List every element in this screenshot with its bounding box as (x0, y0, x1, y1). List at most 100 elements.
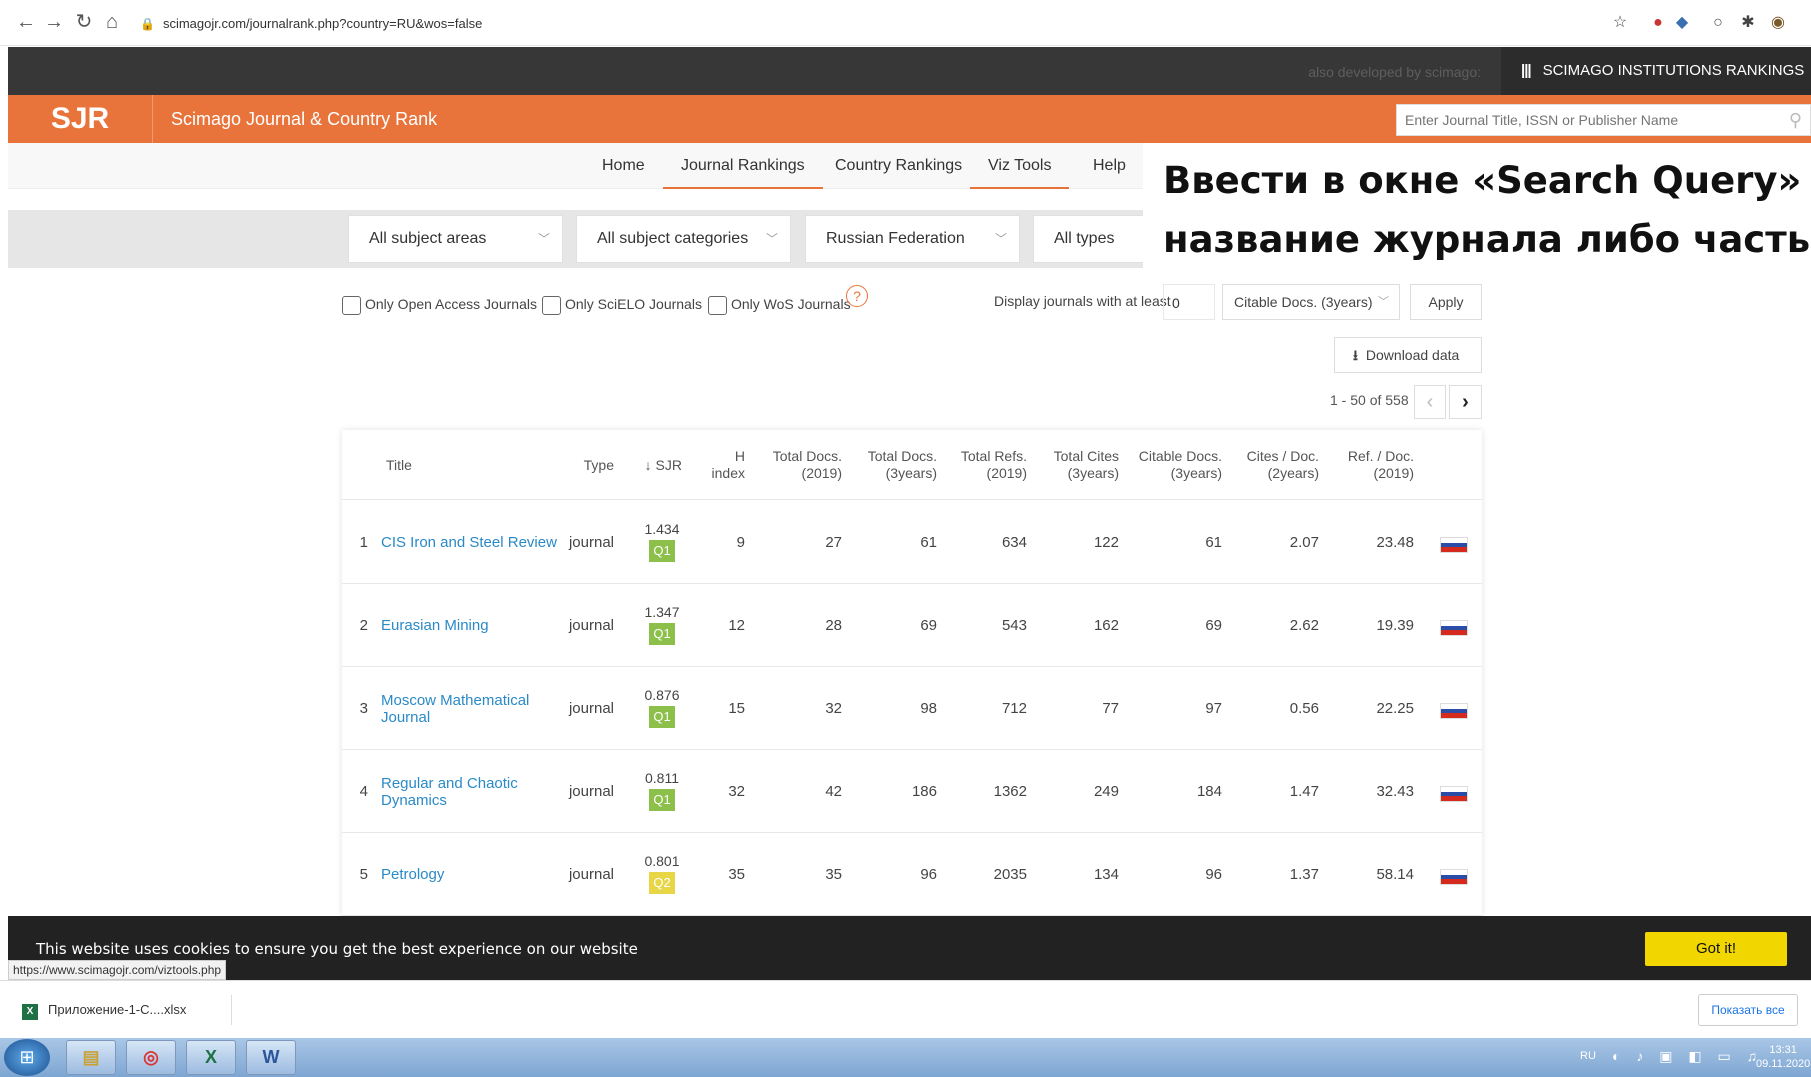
forward-icon[interactable]: → (42, 10, 66, 34)
col-total-cites-l2: (3years) (1067, 465, 1119, 481)
circle-extension-icon[interactable]: ○ (1708, 13, 1728, 33)
col-sjr[interactable]: ↓ SJR (627, 430, 682, 500)
journal-title-link[interactable]: Eurasian Mining (381, 584, 571, 667)
journal-title-link[interactable]: Petrology (381, 833, 571, 916)
sjr-value: 0.811 (645, 770, 679, 786)
puzzle-extension-icon[interactable]: ✱ (1738, 13, 1758, 33)
h-index-cell: 35 (728, 866, 745, 883)
metric-select[interactable]: Citable Docs. (3years) ﹀ (1222, 284, 1400, 320)
lock-icon: 🔒 (140, 17, 155, 31)
downloaded-file[interactable]: XПриложение-1-С....xlsx︿ (22, 995, 232, 1047)
clock-date: 09.11.2020 (1756, 1058, 1811, 1070)
col-ref-per-doc[interactable]: Ref. / Doc. (2019) (1319, 430, 1414, 500)
col-cites-per-doc[interactable]: Cites / Doc. (2years) (1222, 430, 1319, 500)
instruction-annotation: Ввести в окне «Search Query» – название … (1143, 143, 1811, 273)
next-page-button[interactable]: › (1449, 385, 1482, 419)
total-docs-3y-cell: 69 (920, 617, 937, 634)
col-type[interactable]: Type (562, 430, 614, 500)
site-name[interactable]: Scimago Journal & Country Rank (171, 109, 437, 130)
scielo-label: Only SciELO Journals (565, 296, 702, 312)
table-row: 1 CIS Iron and Steel Review journal 9 27 61 63… (342, 501, 1482, 584)
apply-button[interactable]: Apply (1410, 284, 1482, 320)
open-access-checkbox[interactable]: Only Open Access Journals (342, 293, 537, 315)
extension-icon[interactable]: ◆ (1672, 13, 1692, 33)
total-docs-cell: 28 (825, 617, 842, 634)
subject-area-value: All subject areas (369, 230, 487, 247)
sjr-cell: 0.876 Q1 (642, 687, 682, 728)
checkbox-box[interactable] (542, 295, 561, 315)
total-docs-3y-cell: 186 (911, 783, 937, 800)
download-data-button[interactable]: ⭳ Download data (1334, 337, 1482, 373)
nav-country-rankings[interactable]: Country Rankings (835, 143, 962, 189)
nav-viz-tools[interactable]: Viz Tools (970, 143, 1070, 189)
adblock-extension-icon[interactable]: ● (1648, 13, 1668, 33)
nav-journal-rankings[interactable]: Journal Rankings (663, 143, 823, 189)
journal-title-link[interactable]: Regular and Chaotic Dynamics (381, 750, 571, 833)
citable-docs-cell: 184 (1196, 783, 1222, 800)
back-icon[interactable]: ← (14, 10, 38, 34)
reload-icon[interactable]: ↻ (72, 10, 96, 34)
chrome-icon[interactable]: ◎ (126, 1040, 176, 1075)
type-cell: journal (568, 617, 614, 634)
bookmark-star-icon[interactable]: ☆ (1610, 13, 1630, 33)
col-title[interactable]: Title (386, 430, 486, 500)
sjr-logo[interactable]: SJR (8, 95, 153, 143)
word-icon[interactable]: W (246, 1040, 296, 1075)
country-select[interactable]: Russian Federation ﹀ (805, 215, 1020, 263)
quartile-badge: Q1 (649, 623, 675, 645)
quartile-badge: Q2 (649, 872, 675, 894)
flag-stripe (1441, 630, 1467, 635)
site-header: SJR Scimago Journal & Country Rank ⚲ (8, 95, 1811, 143)
nav-home[interactable]: Home (602, 143, 645, 189)
profile-avatar-icon[interactable]: ◉ (1768, 13, 1788, 33)
checkbox-box[interactable] (708, 295, 727, 315)
language-indicator[interactable]: RU (1580, 1050, 1596, 1062)
col-citable-docs[interactable]: Citable Docs. (3years) (1119, 430, 1222, 500)
rank-cell: 4 (359, 783, 368, 800)
h-index-cell: 15 (728, 700, 745, 717)
clock[interactable]: 13:31 09.11.2020 (1756, 1043, 1810, 1071)
scimago-institutions-link[interactable]: ||| SCIMAGO INSTITUTIONS RANKINGS (1501, 47, 1811, 95)
system-tray-icons[interactable]: ◐ ♪ ▣ ◧ ▭ ♫ (1612, 1048, 1763, 1065)
col-ref-per-doc-l2: (2019) (1373, 465, 1414, 481)
search-icon[interactable]: ⚲ (1789, 110, 1802, 131)
windows-taskbar: ⊞ ▤ ◎ X W RU ◐ ♪ ▣ ◧ ▭ ♫ 13:31 09.11.2020 (0, 1038, 1811, 1077)
home-icon[interactable]: ⌂ (100, 10, 124, 34)
col-total-cites[interactable]: Total Cites (3years) (1027, 430, 1119, 500)
sjr-value: 0.876 (644, 687, 680, 703)
col-total-docs[interactable]: Total Docs. (2019) (747, 430, 842, 500)
search-input[interactable] (1397, 105, 1810, 135)
table-header: Title Type ↓ SJR Hindex Total Docs. (2019… (342, 430, 1482, 500)
total-docs-3y-cell: 61 (920, 534, 937, 551)
start-button[interactable]: ⊞ (4, 1039, 50, 1076)
col-total-docs-3y[interactable]: Total Docs. (3years) (842, 430, 937, 500)
col-total-refs[interactable]: Total Refs. (2019) (937, 430, 1027, 500)
annotation-line-1: Ввести в окне «Search Query» – (1163, 159, 1811, 202)
nav-help[interactable]: Help (1093, 143, 1126, 189)
file-explorer-icon[interactable]: ▤ (66, 1040, 116, 1075)
scielo-checkbox[interactable]: Only SciELO Journals (542, 293, 702, 315)
excel-icon[interactable]: X (186, 1040, 236, 1075)
wos-checkbox[interactable]: Only WoS Journals (708, 293, 851, 315)
col-total-docs-l1: Total Docs. (772, 448, 842, 464)
prev-page-button[interactable]: ‹ (1414, 385, 1446, 419)
chevron-down-icon: ﹀ (765, 232, 778, 246)
clock-time: 13:31 (1769, 1044, 1797, 1056)
col-total-refs-l1: Total Refs. (960, 448, 1027, 464)
journal-title-link[interactable]: CIS Iron and Steel Review (381, 501, 571, 584)
subject-area-select[interactable]: All subject areas ﹀ (348, 215, 563, 263)
address-bar[interactable]: 🔒 scimagojr.com/journalrank.php?country=R… (140, 12, 1590, 36)
got-it-button[interactable]: Got it! (1645, 932, 1787, 966)
col-h-index[interactable]: Hindex (697, 430, 745, 500)
min-threshold-input[interactable]: 0 (1163, 284, 1215, 320)
help-icon[interactable]: ? (846, 285, 868, 307)
flag-stripe (1441, 547, 1467, 552)
show-all-downloads-button[interactable]: Показать все (1698, 994, 1798, 1026)
subject-category-select[interactable]: All subject categories ﹀ (576, 215, 791, 263)
col-total-refs-l2: (2019) (986, 465, 1027, 481)
col-h-index-l2: index (711, 465, 745, 481)
checkbox-box[interactable] (342, 295, 361, 315)
col-citable-docs-l1: Citable Docs. (1138, 448, 1222, 464)
col-total-docs-3y-l1: Total Docs. (867, 448, 937, 464)
journal-title-link[interactable]: Moscow Mathematical Journal (381, 667, 571, 750)
